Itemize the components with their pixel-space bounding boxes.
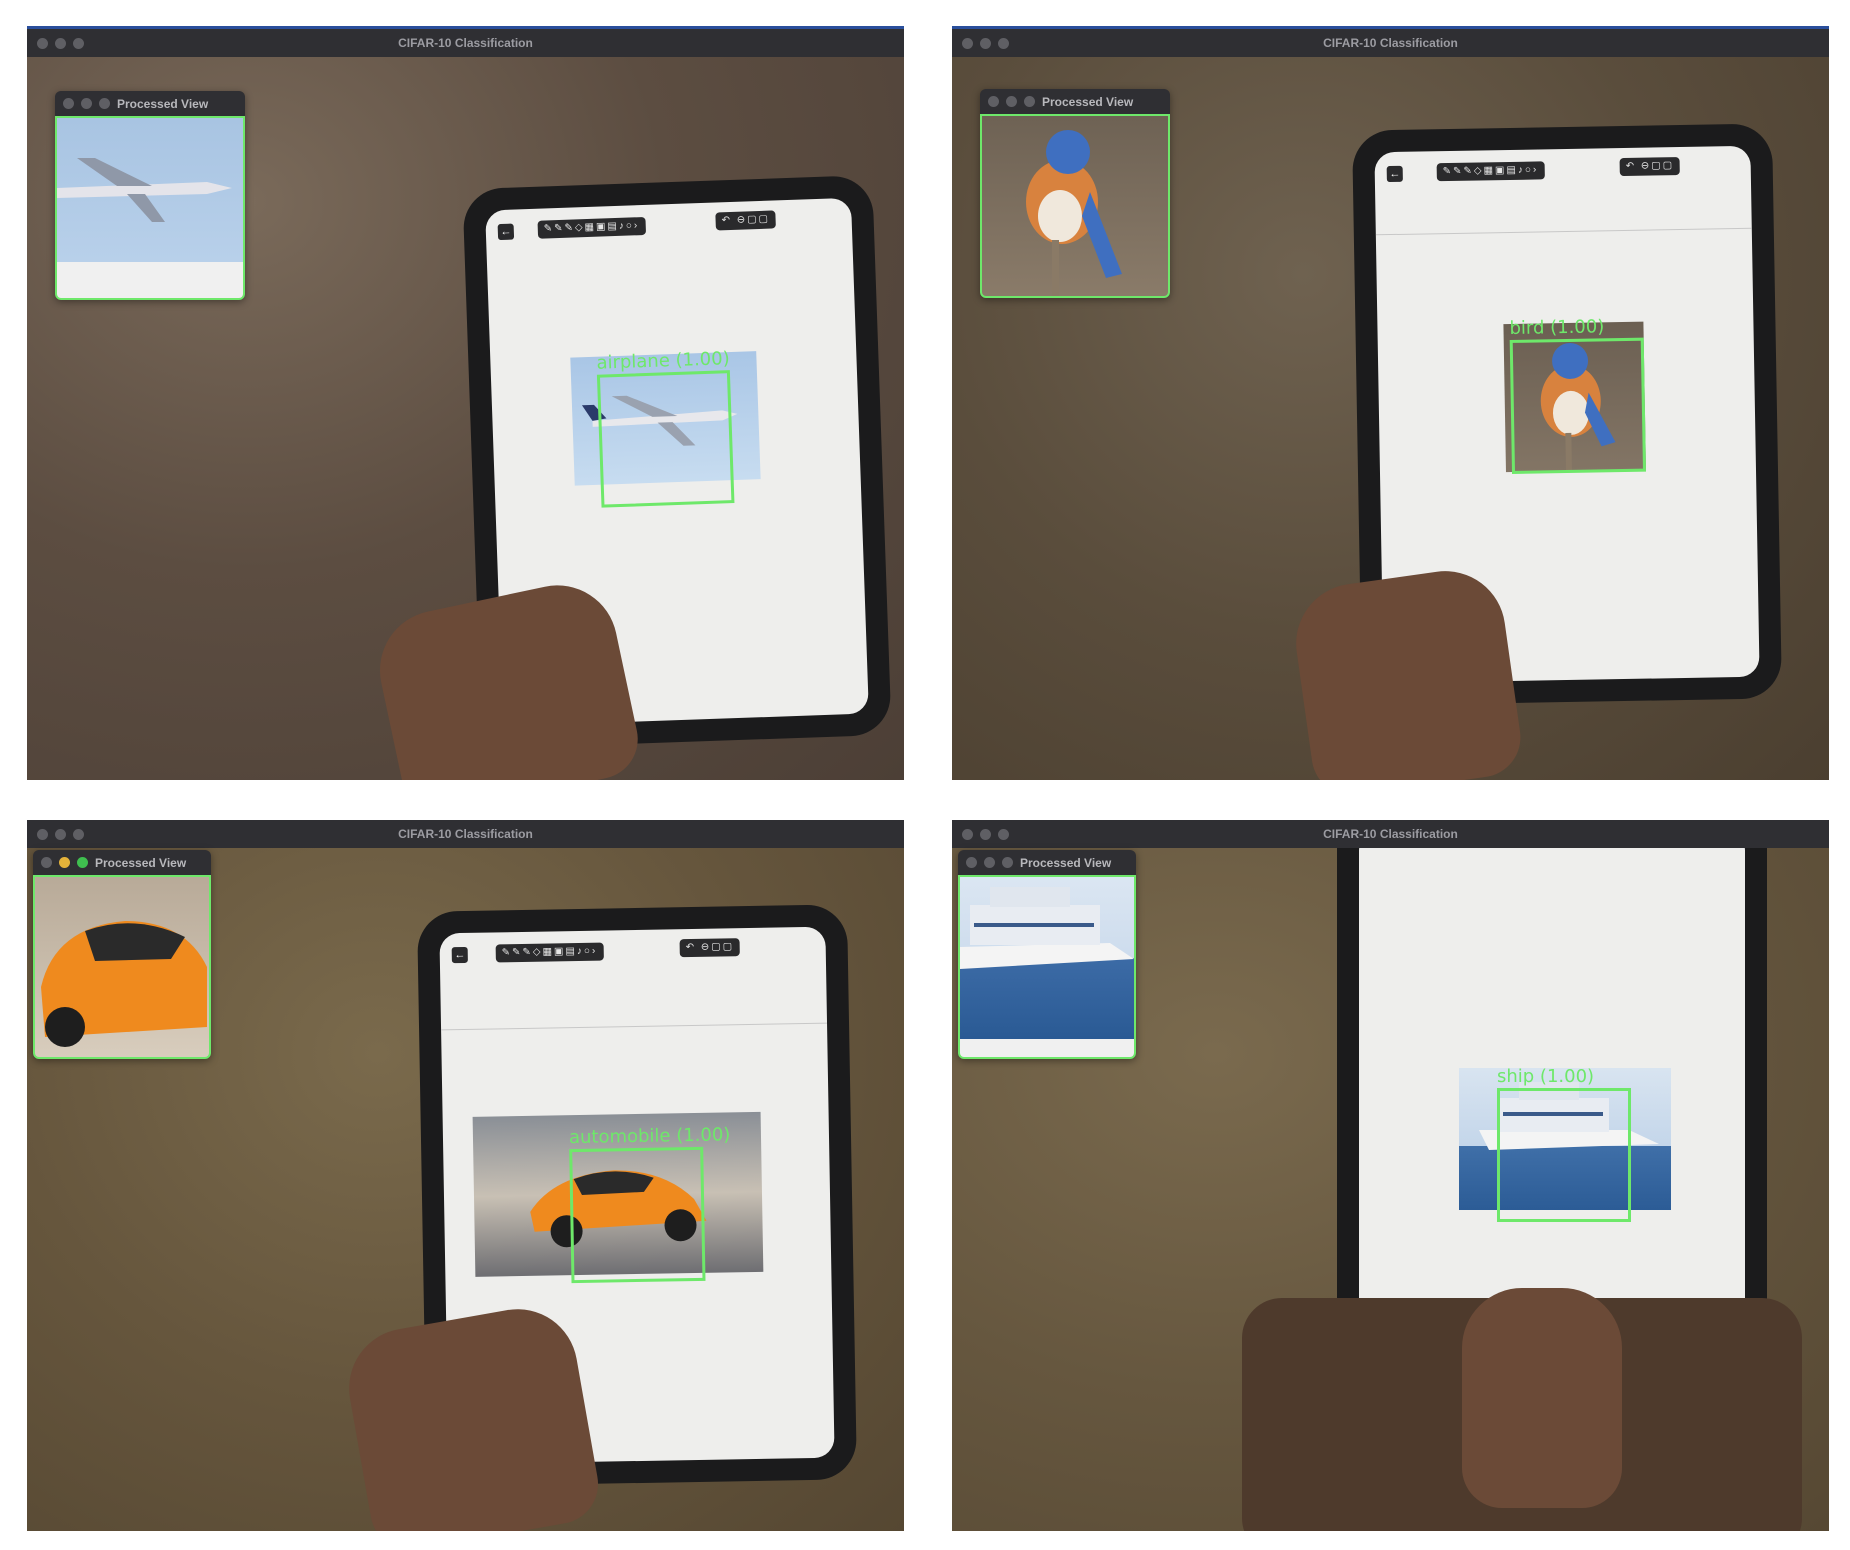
classification-window-ship: CIFAR-10 Classification ship (1.00) Proc… (952, 820, 1829, 1531)
drawing-tools-icon: ✎✎✎◇▦▣▤♪○› (1436, 161, 1545, 182)
zoom-button[interactable] (1024, 96, 1035, 107)
back-arrow-icon: ← (497, 223, 515, 241)
processed-view-title: Processed View (95, 856, 187, 870)
window-controls[interactable] (988, 96, 1035, 107)
processed-view-titlebar[interactable]: Processed View (55, 91, 245, 116)
zoom-icon: ↶ ⊖▢▢ (715, 210, 777, 231)
window-title: CIFAR-10 Classification (398, 827, 533, 841)
zoom-icon: ↶ ⊖▢▢ (679, 938, 741, 958)
close-button[interactable] (41, 857, 52, 868)
minimize-button[interactable] (1006, 96, 1017, 107)
close-button[interactable] (988, 96, 999, 107)
minimize-button[interactable] (81, 98, 92, 109)
divider (1375, 227, 1752, 236)
classification-window-bird: CIFAR-10 Classification ← ✎✎✎◇▦▣▤♪○› ↶ ⊖… (952, 26, 1829, 780)
zoom-button[interactable] (77, 857, 88, 868)
drawing-tools-icon: ✎✎✎◇▦▣▤♪○› (537, 216, 646, 239)
detection-box (596, 370, 735, 508)
window-titlebar: CIFAR-10 Classification (952, 29, 1829, 57)
zoom-icon: ↶ ⊖▢▢ (1619, 156, 1681, 177)
processed-view-titlebar[interactable]: Processed View (958, 850, 1136, 875)
processed-image (33, 875, 211, 1059)
processed-view-title: Processed View (117, 97, 209, 111)
detection-box (1509, 337, 1647, 474)
close-button[interactable] (966, 857, 977, 868)
processed-view-title: Processed View (1042, 95, 1134, 109)
processed-image (55, 116, 245, 300)
window-title: CIFAR-10 Classification (1323, 36, 1458, 50)
hand (1462, 1288, 1622, 1508)
detection-box (1497, 1088, 1631, 1222)
processed-view-window[interactable]: Processed View (55, 91, 245, 300)
classification-window-automobile: CIFAR-10 Classification ← ✎✎✎◇▦▣▤♪○› ↶ ⊖… (27, 820, 904, 1531)
processed-view-titlebar[interactable]: Processed View (980, 89, 1170, 114)
window-titlebar: CIFAR-10 Classification (952, 820, 1829, 848)
hand (339, 1299, 605, 1531)
drawing-tools-icon: ✎✎✎◇▦▣▤♪○› (495, 942, 604, 963)
detection-box (569, 1146, 706, 1284)
processed-view-window[interactable]: Processed View (980, 89, 1170, 298)
minimize-button[interactable] (984, 857, 995, 868)
divider (441, 1022, 828, 1031)
window-controls[interactable] (63, 98, 110, 109)
window-titlebar: CIFAR-10 Classification (27, 820, 904, 848)
prediction-label: ship (1.00) (1497, 1066, 1595, 1087)
window-title: CIFAR-10 Classification (1323, 827, 1458, 841)
processed-view-title: Processed View (1020, 856, 1112, 870)
processed-view-window[interactable]: Processed View (958, 850, 1136, 1059)
window-controls[interactable] (41, 857, 88, 868)
processed-image (958, 875, 1136, 1059)
prediction-label: bird (1.00) (1509, 316, 1605, 339)
processed-view-titlebar[interactable]: Processed View (33, 850, 211, 875)
back-arrow-icon: ← (1386, 165, 1403, 183)
zoom-button[interactable] (1002, 857, 1013, 868)
car-icon (41, 921, 207, 1047)
window-titlebar: CIFAR-10 Classification (27, 29, 904, 57)
prediction-label: automobile (1.00) (568, 1124, 731, 1149)
close-button[interactable] (63, 98, 74, 109)
classification-window-airplane: CIFAR-10 Classification ← ✎✎✎◇▦▣▤♪○› ↶ ⊖… (27, 26, 904, 780)
hand (1288, 563, 1526, 780)
processed-view-window[interactable]: Processed View (33, 850, 211, 1059)
window-controls[interactable] (966, 857, 1013, 868)
back-arrow-icon: ← (451, 946, 468, 964)
window-title: CIFAR-10 Classification (398, 36, 533, 50)
zoom-button[interactable] (99, 98, 110, 109)
ship-icon (960, 887, 1134, 969)
airplane-icon (57, 158, 232, 222)
minimize-button[interactable] (59, 857, 70, 868)
bird-icon (1026, 130, 1122, 296)
processed-image (980, 114, 1170, 298)
